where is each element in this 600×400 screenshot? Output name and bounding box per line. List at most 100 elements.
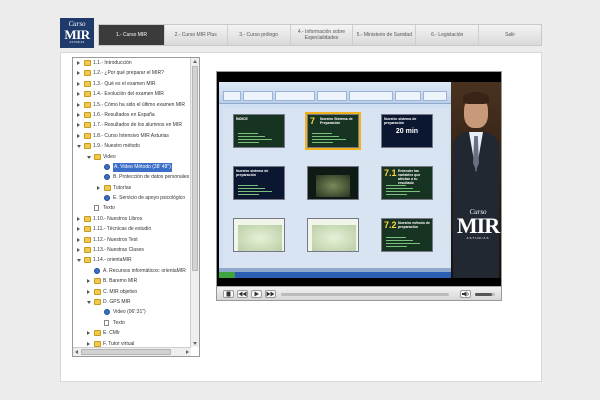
expand-arrow-icon[interactable] [77, 227, 80, 232]
expand-arrow-icon[interactable] [77, 81, 80, 86]
tree-item[interactable]: 1.13.- Nuestras Clases [73, 245, 191, 255]
tree-item[interactable]: B. Baremo MIR [73, 276, 191, 286]
tree-item[interactable]: Texto [73, 318, 191, 328]
volume-slider[interactable] [475, 293, 495, 296]
expand-arrow-icon[interactable] [97, 185, 100, 190]
ppt-ribbon [219, 82, 451, 104]
tree-item[interactable]: 1.3.- Qué es el examen MIR [73, 79, 191, 89]
tree-item[interactable]: E. CMIr [73, 328, 191, 338]
nav-tab-4[interactable]: 4.- Información sobre Especialidades [291, 25, 354, 45]
scroll-right-icon[interactable] [186, 350, 189, 354]
collapse-arrow-icon[interactable] [77, 259, 81, 263]
folder-icon [84, 132, 91, 139]
slide-thumbnail: Nuestro sistema de preparación 20 min [381, 114, 433, 148]
slide-thumbnail [307, 166, 359, 200]
slide-text-line [386, 188, 413, 189]
play-button[interactable] [251, 290, 262, 298]
tree-item-label: 1.1.- Introducción [93, 60, 132, 66]
collapse-arrow-icon[interactable] [87, 155, 91, 159]
tree-item[interactable]: E. Servicio de apoyo psicológico [73, 193, 191, 203]
folder-icon [94, 288, 101, 295]
tree-item[interactable]: Video [73, 152, 191, 162]
mute-button[interactable] [460, 290, 471, 298]
document-icon [94, 205, 99, 212]
tree-item[interactable]: Texto [73, 203, 191, 213]
tree-item[interactable]: 1.14.- orientaMIR [73, 255, 191, 265]
tree-item[interactable]: 1.5.- Cómo ha sido el último examen MIR [73, 100, 191, 110]
expand-arrow-icon[interactable] [77, 102, 80, 107]
tree-item[interactable]: F. Tutor virtual [73, 339, 191, 347]
expand-arrow-icon[interactable] [87, 331, 90, 336]
collapse-arrow-icon[interactable] [77, 145, 81, 149]
slide-text-line [238, 188, 265, 189]
tree-item-label: 1.10.- Nuestros Libros [93, 215, 143, 222]
slide-text-line [238, 133, 258, 134]
nav-tab-5[interactable]: 5.- Ministerio de Sanidad [353, 25, 417, 45]
expand-arrow-icon[interactable] [87, 279, 90, 284]
tree-scroll-thumb[interactable] [192, 66, 198, 271]
expand-arrow-icon[interactable] [77, 216, 80, 221]
video-progress-bar[interactable] [281, 293, 449, 296]
tree-item[interactable]: Video (06':31") [73, 307, 191, 317]
rewind-button[interactable] [237, 290, 248, 298]
curso-mir-logo[interactable]: Curso MIR ASTURIAS [60, 18, 94, 48]
expand-arrow-icon[interactable] [77, 248, 80, 253]
scroll-down-icon[interactable] [193, 342, 197, 345]
nav-tab-2[interactable]: 2.- Curso MIR Plus [165, 25, 228, 45]
tree-item[interactable]: A. Video Método (38' 48") [73, 162, 191, 172]
folder-icon [94, 278, 101, 285]
slide-thumbnail: Nuestro sistema de preparación [233, 166, 285, 200]
tree-item-label: 1.11.- Técnicas de estudio [93, 226, 152, 233]
expand-arrow-icon[interactable] [87, 341, 90, 346]
tree-item[interactable]: 1.10.- Nuestros Libros [73, 214, 191, 224]
tree-item[interactable]: A. Recursos informáticos: orientaMIR [73, 266, 191, 276]
expand-arrow-icon[interactable] [77, 71, 80, 76]
scroll-left-icon[interactable] [75, 350, 78, 354]
expand-arrow-icon[interactable] [77, 133, 80, 138]
nav-tab-6[interactable]: 6.- Legislación [416, 25, 480, 45]
tree-item[interactable]: 1.11.- Técnicas de estudio [73, 224, 191, 234]
tree-item[interactable]: 1.4.- Evolución del examen MIR [73, 89, 191, 99]
course-tree: 1.1.- Introducción 1.2.- ¿Por qué prepara… [72, 57, 200, 357]
tree-item[interactable]: 1.8.- Curso Intensivo MIR Asturias [73, 131, 191, 141]
tree-item-label: 1.7.- Resultados de los alumnos en MIR [93, 122, 182, 129]
stop-button[interactable] [223, 290, 234, 298]
expand-arrow-icon[interactable] [77, 123, 80, 128]
tree-item[interactable]: 1.9.- Nuestro método [73, 141, 191, 151]
folder-icon [94, 153, 101, 160]
scroll-up-icon[interactable] [193, 60, 197, 63]
expand-arrow-icon[interactable] [77, 237, 80, 242]
nav-tab-3[interactable]: 3.- Curso prólogo [228, 25, 291, 45]
tree-item[interactable]: C. MIR objetivo [73, 287, 191, 297]
expand-arrow-icon[interactable] [77, 61, 80, 65]
tree-horizontal-scrollbar[interactable] [73, 347, 191, 356]
tree-item[interactable]: D. GPS MIR [73, 297, 191, 307]
fast-forward-button[interactable] [265, 290, 276, 298]
tree-item[interactable]: 1.6.- Resultados en España [73, 110, 191, 120]
expand-arrow-icon[interactable] [87, 289, 90, 294]
folder-icon [84, 215, 91, 222]
tree-item-label: 1.3.- Qué es el examen MIR [93, 80, 156, 87]
expand-arrow-icon[interactable] [77, 92, 80, 97]
expand-arrow-icon[interactable] [77, 112, 80, 117]
tree-item[interactable]: 1.12.- Nuestros Test [73, 235, 191, 245]
tree-item[interactable]: 1.7.- Resultados de los alumnos en MIR [73, 120, 191, 130]
presenter-video: Curso MIR ASTURIAS [451, 82, 501, 278]
tree-item[interactable]: Tutorías [73, 183, 191, 193]
tree-hscroll-thumb[interactable] [81, 349, 171, 355]
tree-item[interactable]: 1.2.- ¿Por qué preparar el MIR? [73, 68, 191, 78]
tree-item[interactable]: B. Protección de datos personales [73, 172, 191, 182]
video-screen[interactable]: ÍNDICE 7 Nuestro Sistema de Preparación Nue… [217, 72, 501, 286]
folder-icon [84, 91, 91, 98]
tree-vertical-scrollbar[interactable] [190, 58, 199, 347]
nav-tab-1[interactable]: 1.- Curso MIR [99, 25, 165, 45]
nav-tab-7[interactable]: Salir [479, 25, 541, 45]
tree-item[interactable]: 1.1.- Introducción [73, 58, 191, 68]
volume-fill [475, 293, 492, 296]
slide-big-text: 20 min [395, 128, 419, 135]
tree-item-label: 1.2.- ¿Por qué preparar el MIR? [93, 70, 164, 77]
fast-forward-icon [266, 291, 275, 297]
folder-icon [84, 101, 91, 108]
collapse-arrow-icon[interactable] [87, 300, 91, 304]
document-icon [104, 319, 109, 326]
